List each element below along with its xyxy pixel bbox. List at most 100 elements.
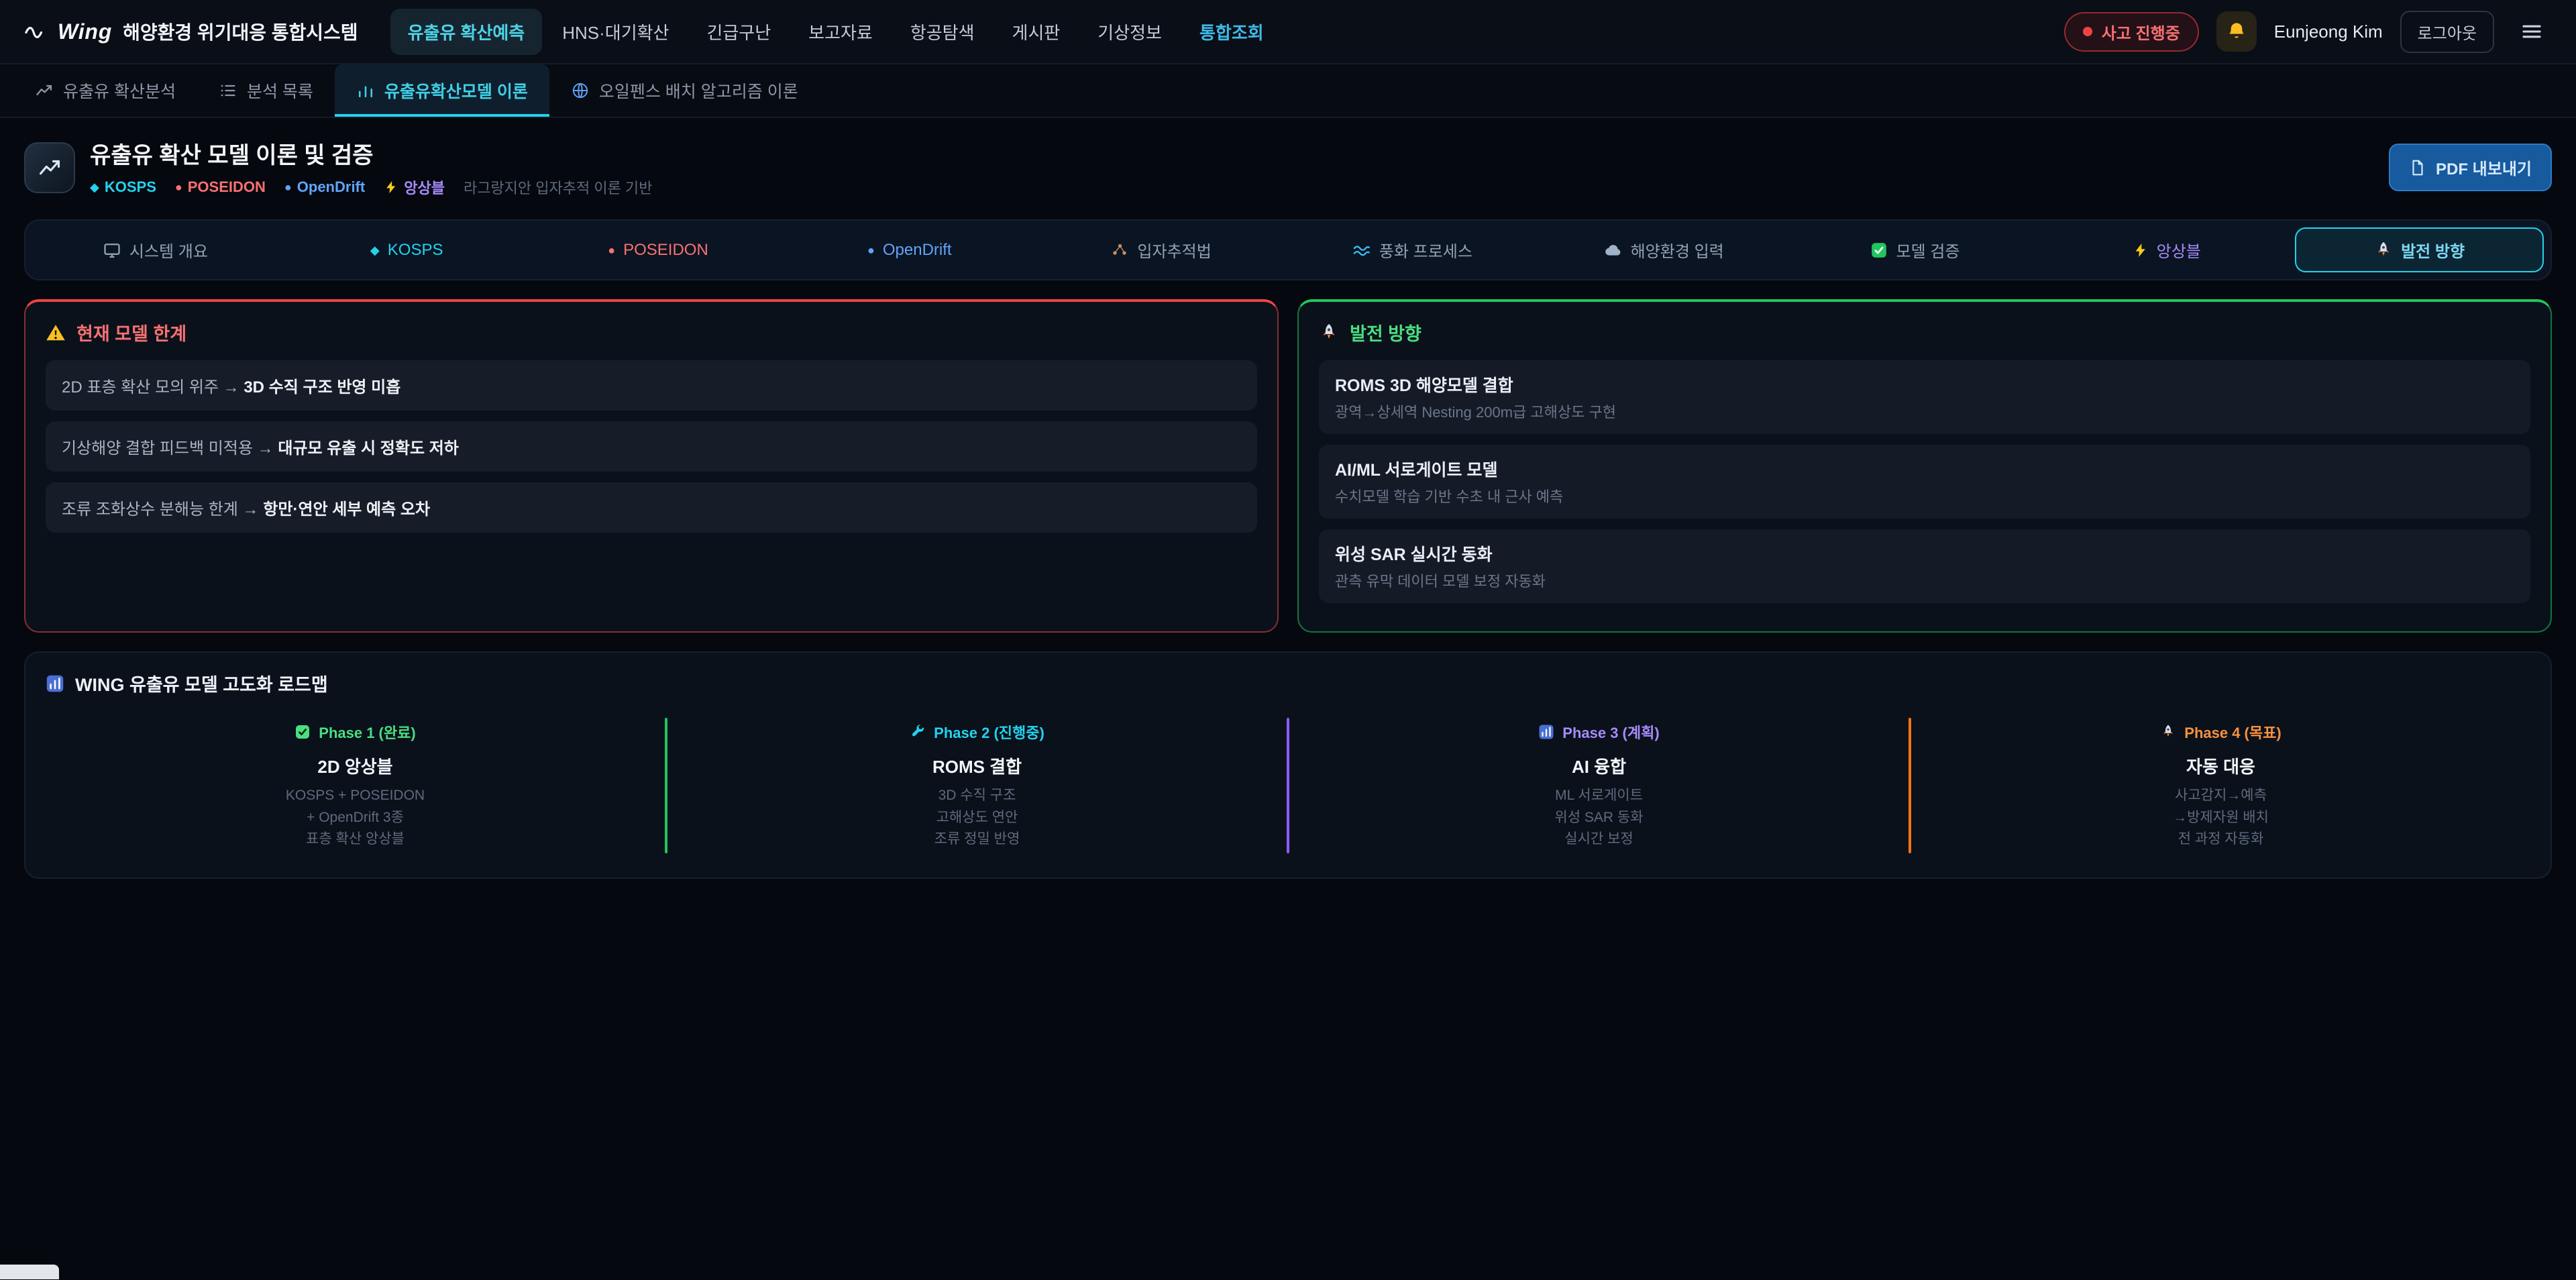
limitation-highlight: 3D 수직 구조 반영 미흡 — [244, 378, 400, 396]
pdf-export-button[interactable]: PDF 내보내기 — [2389, 144, 2552, 191]
current-limitations-card: 현재 모델 한계 2D 표층 확산 모의 위주 → 3D 수직 구조 반영 미흡… — [24, 299, 1279, 633]
phase-4: Phase 4 (목표) 자동 대응 사고감지→예측 →방제자원 배치 전 과정… — [1911, 718, 2530, 853]
notification-bell-button[interactable] — [2216, 11, 2257, 52]
subtab-oil-fence-algorithm[interactable]: 오일펜스 배치 알고리즘 이론 — [549, 64, 820, 117]
stab-ensemble[interactable]: 앙상블 — [2043, 227, 2290, 272]
dot-icon: ● — [608, 244, 615, 256]
page-icon-tile — [24, 142, 75, 193]
poseidon-badge-label: POSEIDON — [188, 178, 266, 196]
limitation-item: 기상해양 결합 피드백 미적용 → 대규모 유출 시 정확도 저하 — [46, 421, 1257, 472]
stab-future-direction[interactable]: 발전 방향 — [2295, 227, 2544, 272]
direction-item-title: 위성 SAR 실시간 동화 — [1335, 541, 2514, 566]
brand[interactable]: Wing 해양환경 위기대응 통합시스템 — [24, 18, 358, 45]
stab-model-validation[interactable]: 모델 검증 — [1792, 227, 2039, 272]
directions-card-header: 발전 방향 — [1319, 319, 2530, 345]
globe-icon — [571, 81, 590, 100]
limitation-text: 2D 표층 확산 모의 위주 → — [62, 378, 244, 396]
stab-label: 해양환경 입력 — [1631, 238, 1724, 262]
particles-icon — [1110, 241, 1129, 260]
nav-aerial-search[interactable]: 항공탐색 — [893, 9, 992, 55]
directions-title: 발전 방향 — [1350, 319, 1421, 345]
stab-label: POSEIDON — [623, 241, 708, 260]
phase-3-label: Phase 3 (계획) — [1538, 721, 1659, 743]
phase-3: Phase 3 (계획) AI 융합 ML 서로게이트 위성 SAR 동화 실시… — [1289, 718, 1909, 853]
lightning-icon — [2133, 242, 2149, 259]
incident-status-badge[interactable]: 사고 진행중 — [2064, 12, 2199, 52]
stab-label: KOSPS — [388, 241, 443, 260]
warning-icon — [46, 323, 66, 343]
main-nav: 유출유 확산예측 HNS·대기확산 긴급구난 보고자료 항공탐색 게시판 기상정… — [390, 9, 1281, 55]
stab-system-overview[interactable]: 시스템 개요 — [32, 227, 278, 272]
phase-3-name: AI 융합 — [1300, 753, 1898, 778]
phase-1-name: 2D 앙상블 — [56, 753, 654, 778]
limitation-highlight: 대규모 유출 시 정확도 저하 — [278, 439, 459, 458]
nav-report-materials[interactable]: 보고자료 — [791, 9, 890, 55]
direction-item: AI/ML 서로게이트 모델 수치모델 학습 기반 수초 내 근사 예측 — [1319, 445, 2530, 519]
direction-item-title: AI/ML 서로게이트 모델 — [1335, 457, 2514, 481]
subtab-spill-analysis[interactable]: 유출유 확산분석 — [13, 64, 197, 117]
subtab-analysis-list[interactable]: 분석 목록 — [197, 64, 335, 117]
rocket-icon — [2374, 241, 2393, 260]
limitation-item: 2D 표층 확산 모의 위주 → 3D 수직 구조 반영 미흡 — [46, 360, 1257, 411]
stab-ocean-environment-input[interactable]: 해양환경 입력 — [1541, 227, 1787, 272]
check-square-icon — [1870, 242, 1888, 259]
nav-weather-info[interactable]: 기상정보 — [1080, 9, 1179, 55]
bar-chart-icon — [46, 674, 64, 693]
stab-weathering-process[interactable]: 풍화 프로세스 — [1289, 227, 1536, 272]
subtab-model-theory[interactable]: 유출유확산모델 이론 — [335, 64, 549, 117]
theory-cards: 현재 모델 한계 2D 표층 확산 모의 위주 → 3D 수직 구조 반영 미흡… — [24, 299, 2552, 633]
logout-button[interactable]: 로그아웃 — [2400, 11, 2494, 53]
topnav-right-cluster: 사고 진행중 Eunjeong Kim 로그아웃 — [2064, 11, 2552, 53]
phase-1: Phase 1 (완료) 2D 앙상블 KOSPS + POSEIDON + O… — [46, 718, 665, 853]
rocket-icon — [1319, 323, 1339, 343]
dot-icon: ● — [175, 181, 182, 193]
stab-kosps[interactable]: ◆ KOSPS — [284, 227, 530, 272]
section-tab-bar: 시스템 개요 ◆ KOSPS ● POSEIDON ● OpenDrift 입자… — [24, 219, 2552, 280]
phase-1-label: Phase 1 (완료) — [294, 721, 415, 743]
list-icon — [219, 81, 237, 100]
dot-icon: ● — [867, 244, 875, 256]
nav-board[interactable]: 게시판 — [995, 9, 1078, 55]
dot-icon: ● — [284, 181, 292, 193]
diamond-icon: ◆ — [90, 181, 99, 193]
stab-label: 입자추적법 — [1137, 238, 1211, 262]
phase-4-label-text: Phase 4 (목표) — [2184, 721, 2281, 743]
pdf-document-icon — [2409, 159, 2426, 176]
roadmap-card: WING 유출유 모델 고도화 로드맵 Phase 1 (완료) 2D 앙상블 … — [24, 651, 2552, 879]
page-content: 유출유 확산 모델 이론 및 검증 ◆ KOSPS ● POSEIDON ● O… — [0, 118, 2576, 911]
stab-particle-tracking[interactable]: 입자추적법 — [1038, 227, 1284, 272]
nav-hns-atmospheric[interactable]: HNS·대기확산 — [545, 9, 686, 55]
nav-integrated-search[interactable]: 통합조회 — [1182, 9, 1281, 55]
page-header-left: 유출유 확산 모델 이론 및 검증 ◆ KOSPS ● POSEIDON ● O… — [24, 137, 652, 198]
nav-emergency-rescue[interactable]: 긴급구난 — [689, 9, 788, 55]
hamburger-menu-button[interactable] — [2512, 11, 2552, 52]
phase-1-label-text: Phase 1 (완료) — [319, 721, 415, 743]
cloud-icon — [1604, 241, 1623, 260]
subtab-label: 유출유확산모델 이론 — [384, 78, 528, 103]
check-square-icon — [294, 724, 311, 740]
subtab-label: 오일펜스 배치 알고리즘 이론 — [599, 78, 798, 103]
monitor-icon — [103, 241, 121, 260]
stab-opendrift[interactable]: ● OpenDrift — [786, 227, 1032, 272]
future-directions-card: 발전 방향 ROMS 3D 해양모델 결합 광역→상세역 Nesting 200… — [1297, 299, 2552, 633]
kosps-badge-label: KOSPS — [105, 178, 156, 196]
bar-chart-icon — [356, 81, 375, 100]
secondary-tab-bar: 유출유 확산분석 분석 목록 유출유확산모델 이론 오일펜스 배치 알고리즘 이… — [0, 64, 2576, 118]
opendrift-badge: ● OpenDrift — [284, 178, 365, 196]
phase-4-name: 자동 대응 — [1922, 753, 2520, 778]
stab-label: 발전 방향 — [2401, 238, 2465, 262]
poseidon-badge: ● POSEIDON — [175, 178, 266, 196]
ensemble-badge-label: 앙상블 — [404, 176, 445, 198]
wave-icon — [1352, 241, 1371, 260]
page-header: 유출유 확산 모델 이론 및 검증 ◆ KOSPS ● POSEIDON ● O… — [24, 137, 2552, 198]
model-badge-row: ◆ KOSPS ● POSEIDON ● OpenDrift — [90, 176, 652, 198]
phase-3-desc: ML 서로게이트 위성 SAR 동화 실시간 보정 — [1300, 785, 1898, 851]
limitation-highlight: 항만·연안 세부 예측 오차 — [263, 500, 430, 519]
page-title: 유출유 확산 모델 이론 및 검증 — [90, 137, 652, 170]
nav-oil-spill-prediction[interactable]: 유출유 확산예측 — [390, 9, 543, 55]
stab-label: 앙상블 — [2157, 238, 2201, 262]
direction-item-desc: 수치모델 학습 기반 수초 내 근사 예측 — [1335, 485, 2514, 506]
stab-poseidon[interactable]: ● POSEIDON — [535, 227, 782, 272]
direction-item-desc: 관측 유막 데이터 모델 보정 자동화 — [1335, 570, 2514, 591]
pdf-export-label: PDF 내보내기 — [2436, 156, 2532, 179]
